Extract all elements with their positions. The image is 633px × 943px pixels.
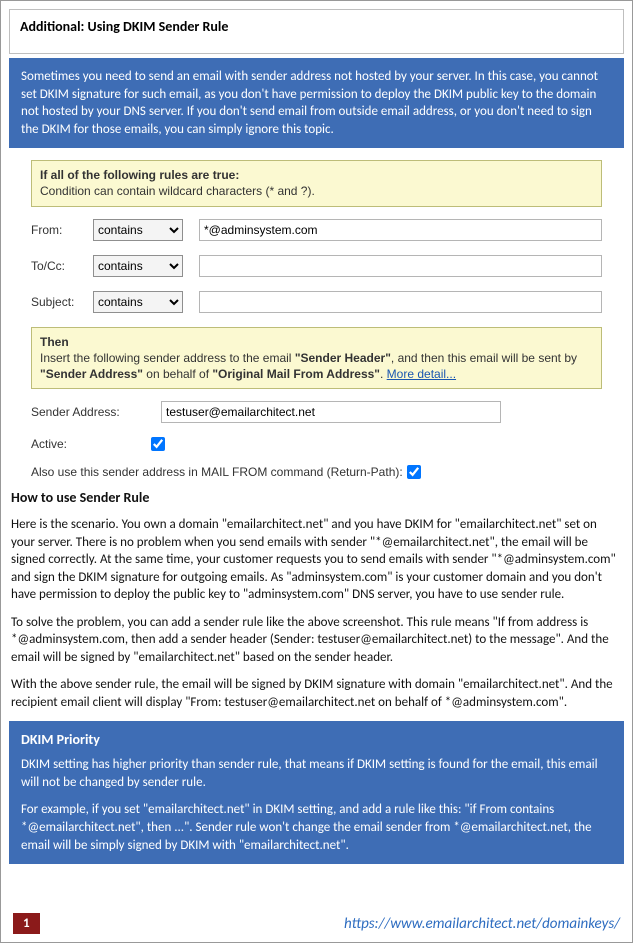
footer-url: https://www.emailarchitect.net/domainkey… — [344, 915, 620, 933]
if-title: If all of the following rules are true: — [40, 168, 239, 182]
page: Additional: Using DKIM Sender Rule Somet… — [0, 0, 633, 943]
from-value-input[interactable] — [199, 219, 602, 241]
subject-value-input[interactable] — [199, 291, 602, 313]
tocc-row: To/Cc: contains — [31, 255, 602, 277]
active-checkbox[interactable] — [151, 437, 165, 451]
priority-box: DKIM Priority DKIM setting has higher pr… — [9, 721, 624, 864]
active-label: Active: — [31, 437, 151, 451]
howto-section: How to use Sender Rule Here is the scena… — [11, 489, 622, 711]
priority-title: DKIM Priority — [21, 731, 612, 750]
rule-editor: If all of the following rules are true: … — [9, 148, 624, 483]
sender-address-label: Sender Address: — [31, 405, 151, 419]
active-row: Active: — [31, 437, 602, 451]
sender-address-row: Sender Address: — [31, 401, 602, 423]
from-label: From: — [31, 223, 93, 237]
tocc-operator-select[interactable]: contains — [93, 255, 183, 277]
tocc-value-input[interactable] — [199, 255, 602, 277]
page-number: 1 — [13, 913, 40, 934]
howto-p2: To solve the problem, you can add a send… — [11, 614, 622, 667]
return-path-row: Also use this sender address in MAIL FRO… — [31, 465, 602, 479]
footer: 1 https://www.emailarchitect.net/domaink… — [1, 905, 632, 942]
then-text: Insert the following sender address to t… — [40, 351, 577, 381]
sender-address-input[interactable] — [161, 401, 501, 423]
section-header: Additional: Using DKIM Sender Rule — [9, 9, 624, 54]
more-detail-link[interactable]: More detail... — [387, 367, 456, 381]
from-row: From: contains — [31, 219, 602, 241]
if-condition-box: If all of the following rules are true: … — [31, 160, 602, 206]
page-title: Additional: Using DKIM Sender Rule — [20, 18, 613, 35]
from-operator-select[interactable]: contains — [93, 219, 183, 241]
howto-p3: With the above sender rule, the email wi… — [11, 676, 622, 711]
intro-text: Sometimes you need to send an email with… — [21, 68, 612, 138]
intro-box: Sometimes you need to send an email with… — [9, 58, 624, 148]
priority-p1: DKIM setting has higher priority than se… — [21, 756, 612, 791]
if-subtitle: Condition can contain wildcard character… — [40, 184, 315, 198]
howto-title: How to use Sender Rule — [11, 489, 622, 508]
subject-label: Subject: — [31, 295, 93, 309]
priority-p2: For example, if you set "emailarchitect.… — [21, 801, 612, 854]
subject-row: Subject: contains — [31, 291, 602, 313]
subject-operator-select[interactable]: contains — [93, 291, 183, 313]
howto-p1: Here is the scenario. You own a domain "… — [11, 516, 622, 604]
tocc-label: To/Cc: — [31, 259, 93, 273]
return-path-label: Also use this sender address in MAIL FRO… — [31, 465, 403, 479]
then-label: Then — [40, 335, 69, 349]
return-path-checkbox[interactable] — [407, 465, 421, 479]
then-action-box: Then Insert the following sender address… — [31, 327, 602, 390]
